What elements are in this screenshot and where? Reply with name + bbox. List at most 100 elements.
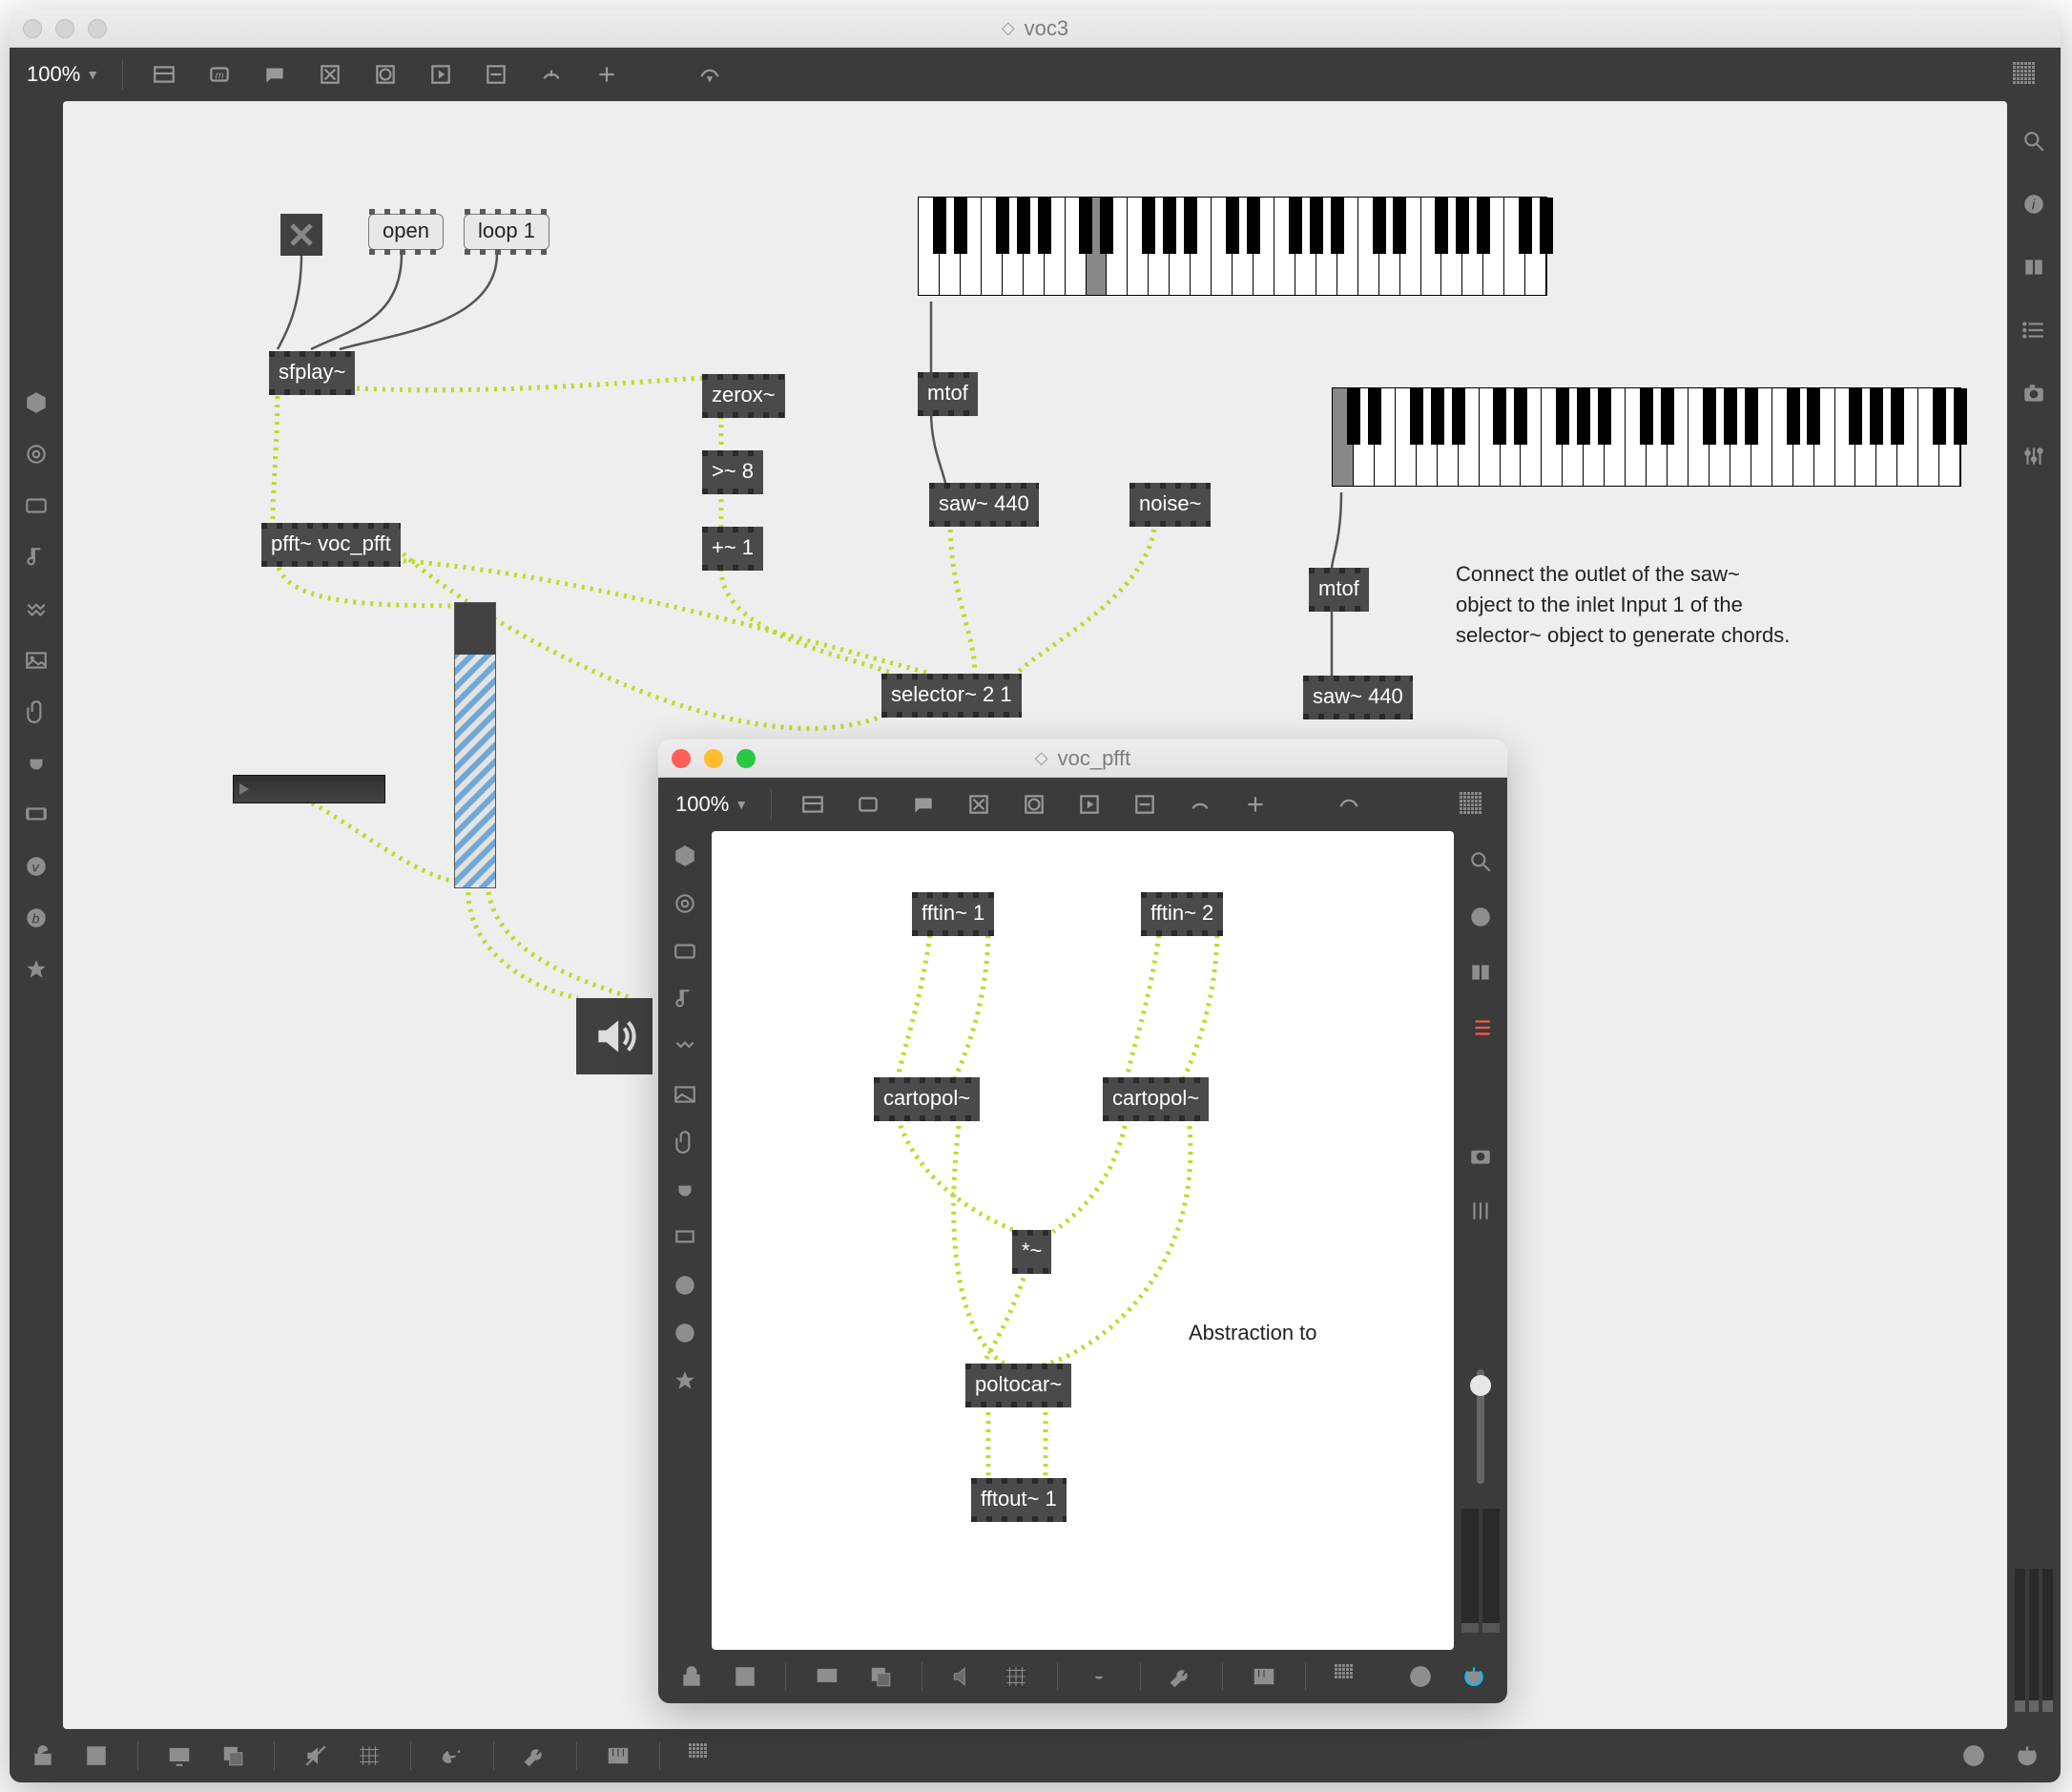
sub-link-icon[interactable] xyxy=(1083,1660,1115,1693)
sub-lock-icon[interactable] xyxy=(675,1660,708,1693)
split-icon[interactable] xyxy=(2019,252,2049,282)
sub-canvas[interactable]: fftin~ 1 fftin~ 2 cartopol~ cartopol~ *~… xyxy=(712,831,1454,1650)
sub-camera-icon[interactable] xyxy=(1465,1140,1496,1171)
saw2-object[interactable]: saw~ 440 xyxy=(1303,681,1413,714)
ezdac[interactable] xyxy=(576,998,653,1074)
sub-sliders-icon[interactable] xyxy=(1465,1196,1496,1226)
panel-icon[interactable] xyxy=(21,490,52,521)
mtof2-object[interactable]: mtof xyxy=(1309,573,1369,606)
wrench-icon[interactable] xyxy=(519,1740,551,1772)
circle-icon[interactable] xyxy=(21,439,52,469)
sub-paint-icon[interactable] xyxy=(1331,786,1367,823)
gain-slider[interactable] xyxy=(454,602,496,888)
screen-icon[interactable] xyxy=(21,800,52,830)
sub-toggle-icon[interactable] xyxy=(961,786,997,823)
zerox-object[interactable]: zerox~ xyxy=(702,380,785,412)
fftout-object[interactable]: fftout~ 1 xyxy=(971,1484,1067,1516)
mute-icon[interactable] xyxy=(300,1740,332,1772)
sub-plus-icon[interactable] xyxy=(1237,786,1274,823)
sub-image-icon[interactable] xyxy=(670,1079,700,1110)
slider-icon[interactable] xyxy=(478,56,514,93)
sfplay-object[interactable]: sfplay~ xyxy=(269,357,355,389)
kslider-2[interactable] xyxy=(1332,387,1961,487)
sub-note-icon[interactable] xyxy=(670,984,700,1014)
engine-icon[interactable] xyxy=(1958,1740,1990,1772)
plus-icon[interactable] xyxy=(589,56,625,93)
list-icon[interactable] xyxy=(2019,315,2049,345)
sub-volume-slider[interactable] xyxy=(1477,1369,1484,1484)
sub-circle-icon[interactable] xyxy=(670,888,700,919)
poltocar-object[interactable]: poltocar~ xyxy=(965,1369,1071,1402)
toggle-object[interactable] xyxy=(280,214,322,256)
noise-object[interactable]: noise~ xyxy=(1129,489,1211,521)
fftin2-object[interactable]: fftin~ 2 xyxy=(1141,898,1223,930)
fftin1-object[interactable]: fftin~ 1 xyxy=(912,898,994,930)
clip-icon[interactable] xyxy=(21,697,52,727)
sliders-icon[interactable] xyxy=(2019,441,2049,471)
sub-star-icon[interactable] xyxy=(670,1365,700,1396)
mul-object[interactable]: *~ xyxy=(1012,1236,1051,1268)
matrix-icon[interactable] xyxy=(685,1740,717,1772)
selector-object[interactable]: selector~ 2 1 xyxy=(881,679,1022,712)
layout-icon[interactable] xyxy=(146,56,182,93)
cartopol2-object[interactable]: cartopol~ xyxy=(1103,1083,1209,1115)
sub-v-icon[interactable] xyxy=(670,1270,700,1301)
sub-info-icon[interactable] xyxy=(1465,902,1496,932)
dup-icon[interactable] xyxy=(217,1740,249,1772)
sub-split-icon[interactable] xyxy=(1465,957,1496,988)
pfft-object[interactable]: pfft~ voc_pfft xyxy=(261,529,401,561)
paint-icon[interactable] xyxy=(692,56,728,93)
info-icon[interactable]: i xyxy=(2019,189,2049,219)
sub-bang-icon[interactable] xyxy=(1016,786,1052,823)
zoom-control[interactable]: 100%▼ xyxy=(27,62,99,87)
sub-grid-icon[interactable] xyxy=(1454,786,1490,823)
sub-step-icon[interactable] xyxy=(670,1031,700,1062)
sub-play-icon[interactable] xyxy=(1071,786,1108,823)
sub-select-icon[interactable] xyxy=(729,1660,761,1693)
note-icon[interactable] xyxy=(21,542,52,573)
star-icon[interactable] xyxy=(21,954,52,985)
sub-comment-icon[interactable] xyxy=(905,786,942,823)
message-open[interactable]: open xyxy=(368,214,444,250)
mtof1-object[interactable]: mtof xyxy=(918,378,978,410)
sub-wrench-icon[interactable] xyxy=(1166,1660,1198,1693)
sub-search-icon[interactable] xyxy=(1465,846,1496,877)
search-icon[interactable] xyxy=(2019,126,2049,156)
grid-icon[interactable] xyxy=(2007,56,2043,93)
sub-screen-icon[interactable] xyxy=(670,1222,700,1253)
sub-titlebar[interactable]: ◇voc_pfft xyxy=(658,740,1507,778)
kslider-1[interactable] xyxy=(918,197,1547,296)
plus-object[interactable]: +~ 1 xyxy=(702,532,763,565)
camera-icon[interactable] xyxy=(2019,378,2049,408)
b-icon[interactable]: b xyxy=(21,903,52,933)
message-icon[interactable]: m xyxy=(201,56,238,93)
sub-engine-icon[interactable] xyxy=(1405,1660,1438,1693)
plug-icon[interactable] xyxy=(21,748,52,779)
play-icon[interactable] xyxy=(423,56,459,93)
saw1-object[interactable]: saw~ 440 xyxy=(929,489,1039,521)
step-icon[interactable] xyxy=(21,594,52,624)
griddot-icon[interactable] xyxy=(353,1740,385,1772)
lock-icon[interactable] xyxy=(27,1740,59,1772)
sub-dup-icon[interactable] xyxy=(864,1660,897,1693)
main-titlebar[interactable]: ◇ voc3 xyxy=(10,10,2061,48)
sub-cube-icon[interactable] xyxy=(670,841,700,871)
sub-present-icon[interactable] xyxy=(811,1660,843,1693)
sub-panel-icon[interactable] xyxy=(670,936,700,967)
select-icon[interactable] xyxy=(80,1740,113,1772)
sub-plug-icon[interactable] xyxy=(670,1175,700,1205)
sub-layout-icon[interactable] xyxy=(795,786,831,823)
message-loop[interactable]: loop 1 xyxy=(464,214,549,250)
sub-b-icon[interactable] xyxy=(670,1318,700,1348)
comment-icon[interactable] xyxy=(257,56,293,93)
sub-message-icon[interactable] xyxy=(850,786,886,823)
gte-object[interactable]: >~ 8 xyxy=(702,456,763,489)
cartopol1-object[interactable]: cartopol~ xyxy=(874,1083,980,1115)
sub-zoom-control[interactable]: 100%▼ xyxy=(675,792,748,817)
sub-slider-icon[interactable] xyxy=(1127,786,1163,823)
power-icon[interactable] xyxy=(2011,1740,2043,1772)
sub-mute-icon[interactable] xyxy=(947,1660,980,1693)
bang-icon[interactable] xyxy=(367,56,404,93)
sub-dial-icon[interactable] xyxy=(1182,786,1218,823)
sub-griddot-icon[interactable] xyxy=(1000,1660,1032,1693)
